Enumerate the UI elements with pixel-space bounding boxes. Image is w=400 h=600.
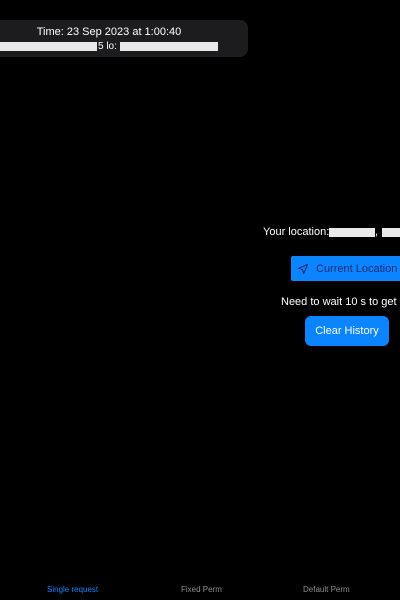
history-coordinates: 5 lo: bbox=[0, 41, 248, 53]
history-entry-card: Time: 23 Sep 2023 at 1:00:40 5 lo: bbox=[0, 20, 248, 57]
app-screen: Time: 23 Sep 2023 at 1:00:40 5 lo: Your … bbox=[0, 0, 400, 600]
history-coords-fragment: 5 lo: bbox=[98, 41, 117, 52]
location-arrow-icon bbox=[297, 263, 309, 274]
redacted-location-lon bbox=[382, 228, 400, 237]
current-location-button[interactable]: Current Location bbox=[291, 256, 400, 281]
redacted-longitude bbox=[120, 42, 218, 51]
tab-bar: Single request Fixed Perm Default Perm bbox=[0, 578, 400, 600]
clear-history-button[interactable]: Clear History bbox=[305, 316, 389, 346]
location-label: Your location: bbox=[263, 226, 330, 238]
tab-default-perm[interactable]: Default Perm bbox=[303, 585, 350, 595]
current-location-label: Current Location bbox=[316, 262, 398, 275]
redacted-latitude bbox=[0, 42, 97, 51]
location-separator: , bbox=[375, 226, 379, 238]
redacted-location-lat bbox=[329, 228, 375, 237]
wait-status-text: Need to wait 10 s to get da bbox=[281, 296, 400, 308]
history-time-label: Time: 23 Sep 2023 at 1:00:40 bbox=[36, 26, 182, 38]
tab-single-request[interactable]: Single request bbox=[47, 585, 98, 595]
tab-fixed-perm[interactable]: Fixed Perm bbox=[181, 585, 222, 595]
